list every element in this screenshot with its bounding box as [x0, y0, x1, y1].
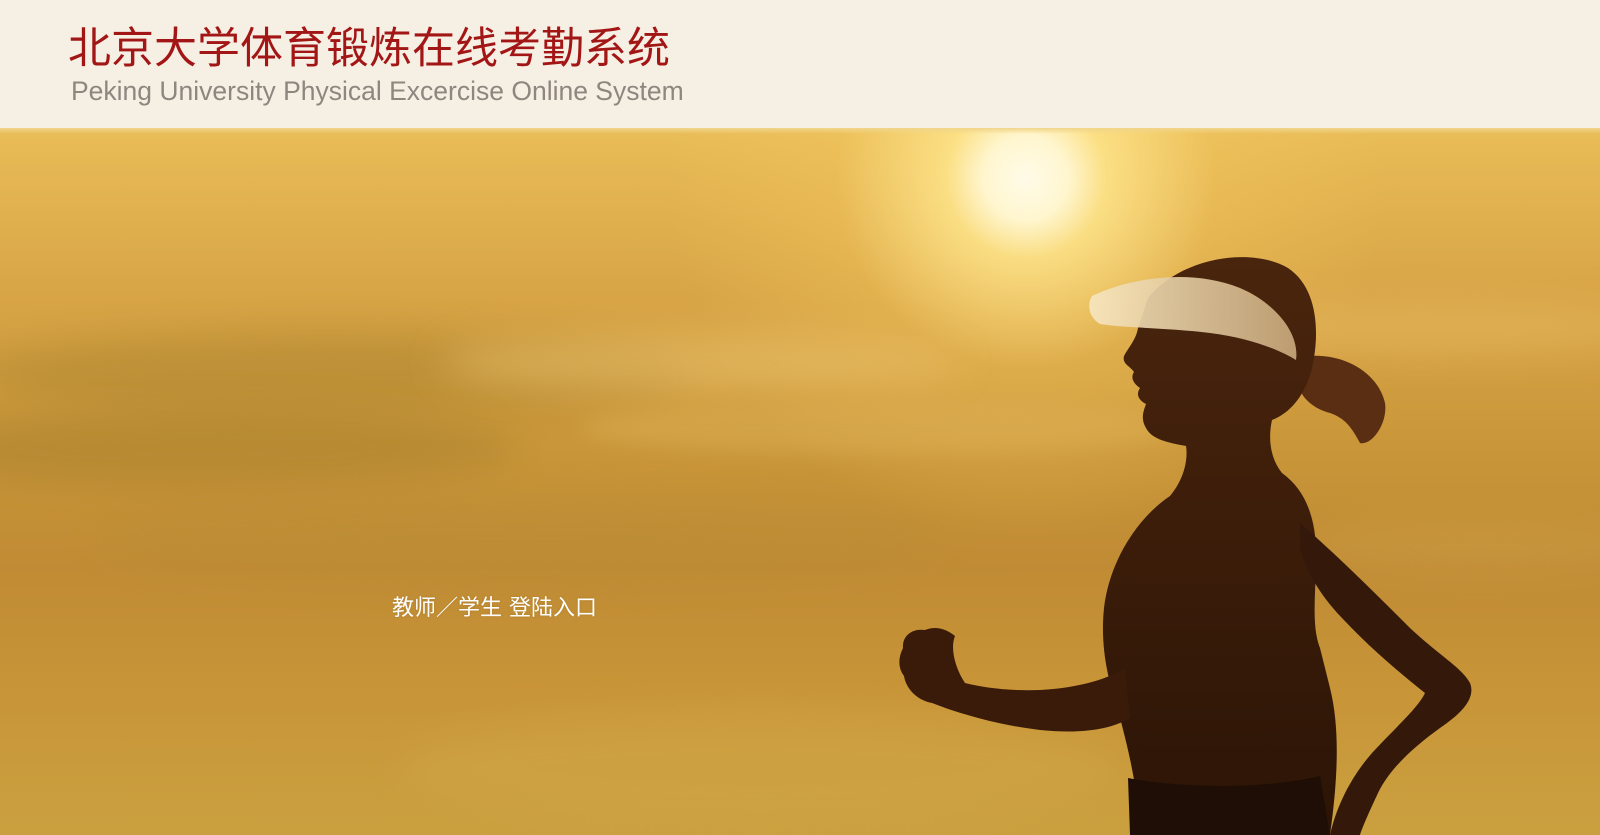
site-header: 北京大学体育锻炼在线考勤系统 Peking University Physica… — [0, 0, 1600, 128]
teacher-student-login-link[interactable]: 教师／学生 登陆入口 — [392, 595, 597, 623]
runner-silhouette-image — [899, 257, 1472, 835]
hero-banner: 教师／学生 登陆入口 — [0, 128, 1600, 835]
site-title-cn: 北京大学体育锻炼在线考勤系统 — [68, 24, 670, 74]
site-title-en: Peking University Physical Excercise Onl… — [71, 76, 684, 106]
